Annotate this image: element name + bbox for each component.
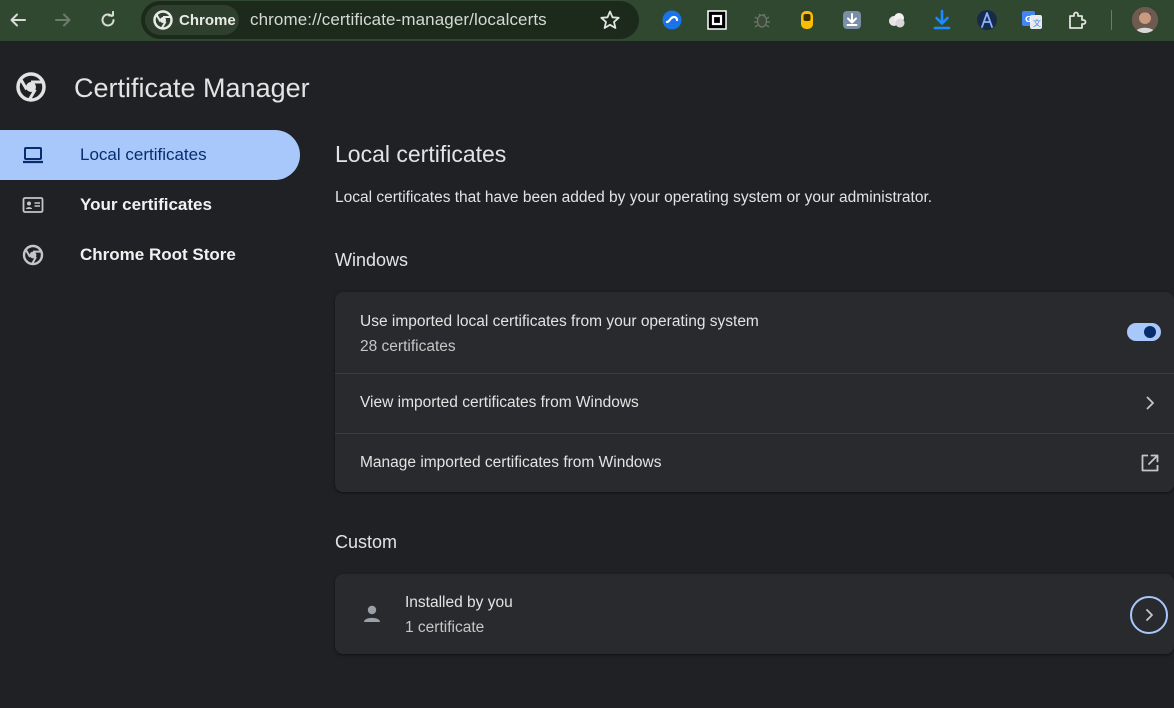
extension-download-box-icon[interactable]: [840, 8, 864, 32]
reload-icon: [101, 11, 115, 27]
manage-imported-label: Manage imported certificates from Window…: [360, 454, 662, 471]
sidebar-item-label: Your certificates: [80, 195, 212, 214]
installed-certificate-count: 1 certificate: [405, 619, 485, 636]
extension-square-icon[interactable]: [705, 8, 729, 32]
use-imported-row: Use imported local certificates from you…: [335, 292, 1174, 373]
custom-section-title: Custom: [335, 532, 398, 552]
windows-section-title: Windows: [335, 250, 409, 270]
id-card-icon: [22, 197, 44, 213]
extension-yellow-mouse-icon[interactable]: [795, 8, 819, 32]
windows-card: Use imported local certificates from you…: [335, 292, 1174, 492]
sidebar-item-your-certificates[interactable]: Your certificates: [0, 180, 300, 230]
manage-imported-row[interactable]: Manage imported certificates from Window…: [335, 434, 1174, 492]
sidebar-item-label: Chrome Root Store: [80, 245, 236, 264]
chevron-right-icon: [1146, 396, 1154, 410]
avatar-icon: [1132, 7, 1158, 33]
person-icon: [364, 605, 380, 622]
chevron-right-icon: [1146, 609, 1153, 621]
site-chip-label: Chrome: [179, 11, 236, 29]
download-icon[interactable]: [930, 8, 954, 32]
view-imported-label: View imported certificates from Windows: [360, 394, 639, 411]
section-description: Local certificates that have been added …: [335, 189, 933, 206]
use-imported-toggle[interactable]: [1127, 321, 1161, 343]
installed-by-you-label: Installed by you: [405, 594, 513, 611]
browser-toolbar: Chrome chrome://certificate-manager/loca…: [0, 0, 1174, 41]
laptop-icon: [23, 147, 43, 164]
use-imported-label: Use imported local certificates from you…: [360, 313, 759, 330]
view-imported-row[interactable]: View imported certificates from Windows: [335, 374, 1174, 433]
chrome-logo-icon: [16, 72, 46, 102]
reload-button[interactable]: [94, 6, 122, 34]
installed-by-you-row[interactable]: Installed by you 1 certificate: [335, 574, 1174, 654]
extension-cloud-icon[interactable]: [885, 8, 909, 32]
svg-text:文: 文: [1033, 18, 1041, 28]
url-text[interactable]: chrome://certificate-manager/localcerts: [250, 10, 547, 30]
google-translate-icon[interactable]: G文: [1020, 8, 1044, 32]
sidebar-item-label: Local certificates: [80, 145, 207, 164]
svg-text:G: G: [1025, 15, 1032, 24]
bookmark-star-icon[interactable]: [599, 9, 621, 31]
sidebar-item-chrome-root-store[interactable]: Chrome Root Store: [0, 230, 300, 280]
toggle-knob: [1144, 326, 1156, 338]
extension-compass-icon[interactable]: [975, 8, 999, 32]
open-in-new-icon: [1141, 454, 1159, 472]
extension-blue-swirl-icon[interactable]: [660, 8, 684, 32]
back-button[interactable]: [4, 6, 32, 34]
chrome-icon: [22, 244, 44, 266]
arrow-right-icon: [55, 13, 71, 27]
section-heading: Local certificates: [335, 141, 507, 167]
extension-bug-icon[interactable]: [750, 8, 774, 32]
arrow-left-icon: [10, 13, 26, 27]
site-info-chip[interactable]: Chrome: [145, 5, 239, 35]
forward-button[interactable]: [49, 6, 77, 34]
extensions-puzzle-icon[interactable]: [1065, 8, 1089, 32]
profile-avatar[interactable]: [1132, 7, 1158, 33]
sidebar-item-local-certificates[interactable]: Local certificates: [0, 130, 300, 180]
custom-card: Installed by you 1 certificate: [335, 574, 1174, 654]
page-title: Certificate Manager: [74, 73, 310, 103]
omnibox[interactable]: Chrome chrome://certificate-manager/loca…: [141, 1, 639, 39]
certificate-count: 28 certificates: [360, 338, 456, 355]
toolbar-divider: [1111, 10, 1112, 30]
chrome-icon: [153, 10, 173, 30]
installed-by-you-open-button[interactable]: [1130, 596, 1168, 634]
